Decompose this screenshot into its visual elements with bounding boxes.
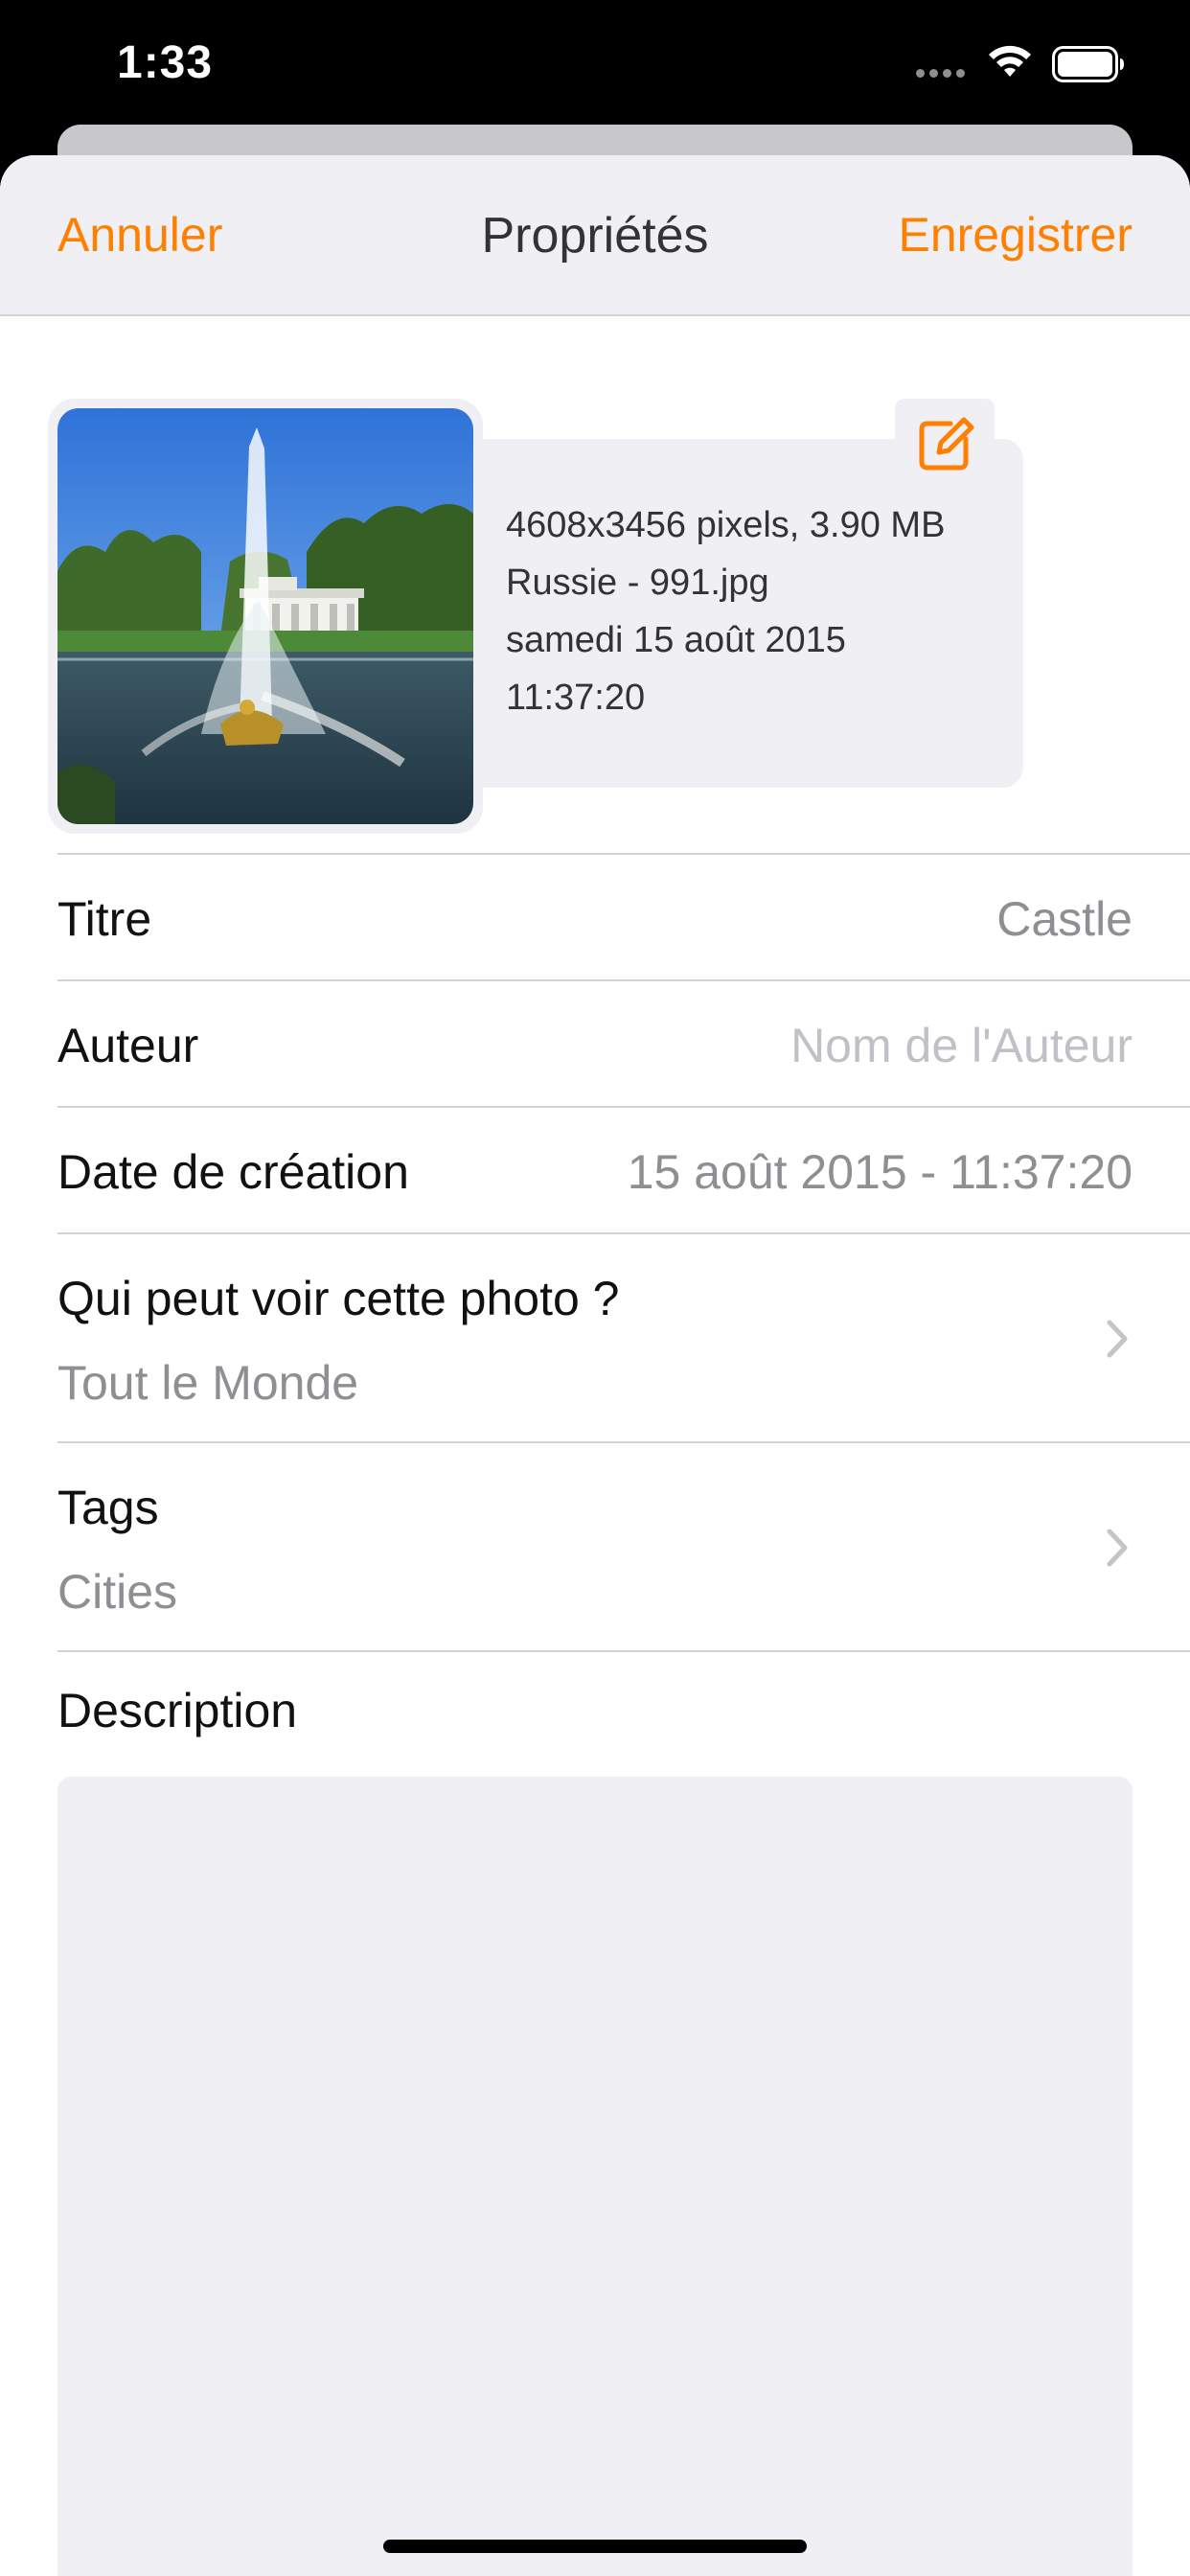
home-indicator[interactable] bbox=[383, 2540, 807, 2553]
wifi-icon bbox=[989, 45, 1031, 77]
title-value[interactable]: Castle bbox=[996, 891, 1133, 947]
save-button[interactable]: Enregistrer bbox=[898, 207, 1133, 263]
properties-sheet: Annuler Propriétés Enregistrer 4608x3456… bbox=[0, 155, 1190, 2576]
photo-date: samedi 15 août 2015 bbox=[506, 620, 846, 660]
tags-label: Tags bbox=[57, 1481, 159, 1534]
visibility-label: Qui peut voir cette photo ? bbox=[57, 1272, 620, 1325]
description-textarea[interactable] bbox=[57, 1777, 1133, 2576]
author-field[interactable]: Nom de l'Auteur bbox=[790, 1018, 1133, 1073]
description-separator bbox=[57, 1650, 1190, 1652]
cellular-signal-icon bbox=[916, 69, 965, 78]
edit-image-button[interactable] bbox=[895, 399, 995, 487]
tags-row[interactable]: Tags Cities bbox=[57, 1441, 1190, 1650]
photo-time: 11:37:20 bbox=[506, 678, 646, 718]
chevron-right-icon bbox=[1107, 1320, 1128, 1358]
visibility-value: Tout le Monde bbox=[57, 1356, 359, 1410]
status-bar: 1:33 bbox=[0, 0, 1190, 126]
tags-value: Cities bbox=[57, 1565, 178, 1619]
photo-filename: Russie - 991.jpg bbox=[506, 563, 769, 603]
edit-icon bbox=[919, 417, 974, 471]
visibility-row[interactable]: Qui peut voir cette photo ? Tout le Mond… bbox=[57, 1232, 1190, 1441]
photo-thumbnail-frame bbox=[48, 399, 483, 834]
photo-thumbnail[interactable] bbox=[57, 408, 473, 824]
description-label: Description bbox=[57, 1684, 298, 1737]
photo-info-lines: 4608x3456 pixels, 3.90 MB Russie - 991.j… bbox=[506, 496, 945, 726]
creation-date-row[interactable]: Date de création 15 août 2015 - 11:37:20 bbox=[57, 1106, 1190, 1232]
author-label: Auteur bbox=[57, 1019, 199, 1072]
photo-dimensions: 4608x3456 pixels, 3.90 MB bbox=[506, 505, 946, 545]
title-row[interactable]: Titre Castle bbox=[57, 853, 1190, 979]
title-label: Titre bbox=[57, 892, 152, 946]
creation-date-value[interactable]: 15 août 2015 - 11:37:20 bbox=[628, 1144, 1133, 1200]
status-time: 1:33 bbox=[117, 37, 214, 88]
author-row[interactable]: Auteur Nom de l'Auteur bbox=[57, 979, 1190, 1106]
chevron-right-icon bbox=[1107, 1529, 1128, 1567]
navigation-bar: Annuler Propriétés Enregistrer bbox=[0, 155, 1190, 316]
creation-date-label: Date de création bbox=[57, 1145, 409, 1199]
battery-icon bbox=[1052, 46, 1124, 82]
